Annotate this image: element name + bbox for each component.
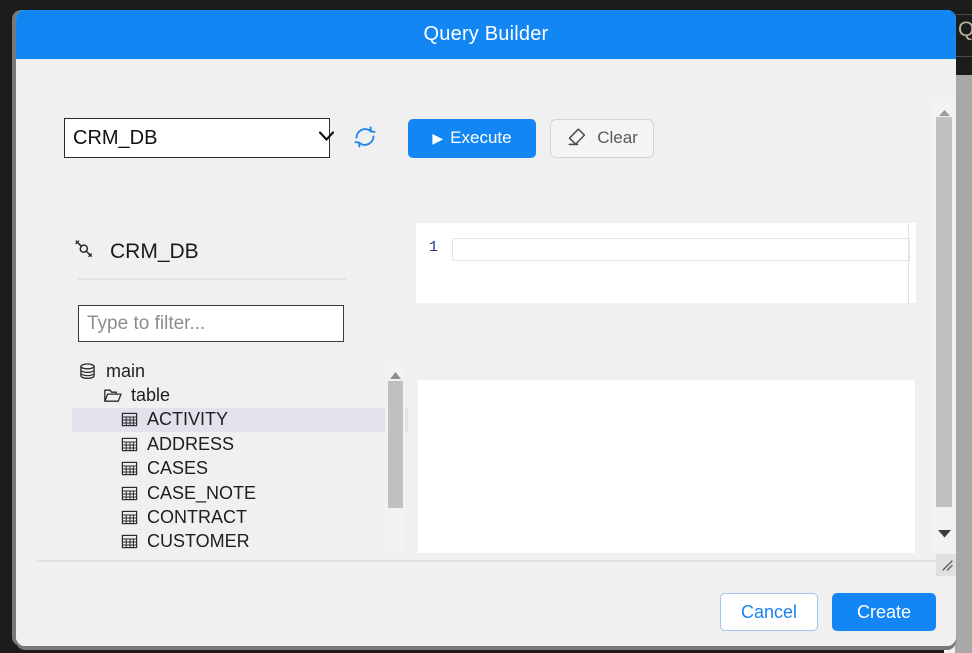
dialog-titlebar: Query Builder (16, 10, 956, 59)
tree-item-label: ADDRESS (147, 434, 234, 455)
filter-input[interactable] (78, 305, 344, 342)
tree-item-customer[interactable]: CUSTOMER (72, 530, 382, 553)
schema-tree-scrollbar[interactable] (385, 365, 405, 553)
tree-item-main[interactable]: main (72, 359, 382, 383)
dialog-scrollbar[interactable] (932, 97, 956, 553)
tree-item-case_note[interactable]: CASE_NOTE (72, 481, 382, 505)
footer-divider (36, 560, 936, 562)
query-builder-dialog: Query Builder CRM_DB (16, 10, 956, 646)
eraser-icon (566, 125, 588, 152)
tree-item-contract[interactable]: CONTRACT (72, 505, 382, 529)
table-icon (121, 485, 138, 502)
table-icon (121, 411, 138, 428)
table-icon (121, 436, 138, 453)
table-icon (121, 460, 138, 477)
left-panel-divider (78, 278, 346, 280)
sql-editor-minimap-divider (908, 223, 909, 303)
schema-tree[interactable]: main table ACTIVITY ADDRESS CASES CASE_NOTE CO… (72, 359, 408, 553)
toolbar: CRM_DB (64, 118, 654, 158)
scroll-down-arrow-icon[interactable] (389, 551, 402, 553)
tree-item-label: CASES (147, 458, 208, 479)
dialog-footer: Cancel Create (720, 593, 936, 631)
execute-button-label: Execute (450, 128, 511, 148)
tree-item-label: CASE_NOTE (147, 483, 256, 504)
tree-item-cases[interactable]: CASES (72, 457, 382, 481)
connection-label: CRM_DB (72, 237, 199, 266)
database-select[interactable]: CRM_DB (64, 118, 330, 158)
table-icon (121, 509, 138, 526)
tree-item-label: CONTRACT (147, 507, 247, 528)
refresh-icon (351, 123, 379, 154)
cancel-button[interactable]: Cancel (720, 593, 818, 631)
screen: Q Query Builder CRM_DB (0, 0, 972, 653)
clear-button[interactable]: Clear (550, 119, 654, 158)
tree-item-table[interactable]: table (72, 383, 382, 407)
background-window-text: Q (958, 18, 972, 42)
tree-item-label: CUSTOMER (147, 531, 250, 552)
execute-button[interactable]: ▶ Execute (408, 119, 536, 158)
database-select-wrap: CRM_DB (64, 118, 330, 158)
dialog-body: CRM_DB (16, 59, 956, 646)
results-table[interactable] (418, 380, 915, 553)
database-icon (78, 362, 97, 381)
folder-open-icon (103, 386, 122, 405)
table-icon (121, 533, 138, 550)
tree-item-label: main (106, 361, 145, 382)
sql-editor-line-number: 1 (429, 239, 438, 256)
schema-tree-list: main table ACTIVITY ADDRESS CASES CASE_NOTE CO… (72, 359, 382, 553)
refresh-button[interactable] (348, 121, 382, 155)
dialog-title: Query Builder (424, 23, 549, 46)
dialog-scrollbar-thumb[interactable] (936, 117, 952, 507)
create-button[interactable]: Create (832, 593, 936, 631)
tree-item-activity[interactable]: ACTIVITY (72, 408, 408, 432)
background-scrollbar[interactable] (955, 75, 972, 653)
connection-name: CRM_DB (110, 240, 199, 264)
sql-editor[interactable]: 1 (416, 223, 916, 303)
scroll-down-arrow-icon[interactable] (937, 525, 952, 543)
connection-plug-icon (72, 237, 96, 266)
tree-item-label: ACTIVITY (147, 409, 228, 430)
content-viewport: CRM_DB (16, 59, 916, 553)
tree-item-address[interactable]: ADDRESS (72, 432, 382, 456)
tree-item-label: table (131, 385, 170, 406)
schema-tree-scrollbar-thumb[interactable] (388, 381, 403, 508)
sql-editor-line[interactable] (452, 238, 910, 261)
resize-grip[interactable] (936, 554, 956, 576)
play-triangle-icon: ▶ (432, 131, 443, 145)
clear-button-label: Clear (597, 128, 638, 148)
